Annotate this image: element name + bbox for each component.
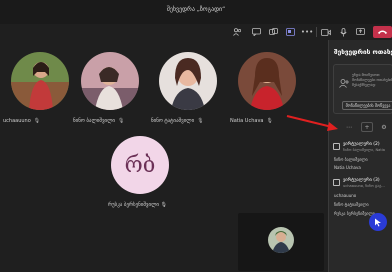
room-title: ვირტუალური (3) bbox=[343, 178, 380, 183]
people-add-icon bbox=[339, 79, 349, 91]
invite-card: უნდა მოიწვიოთ მონაწილეები ოთახების შესაქ… bbox=[333, 64, 392, 114]
initials-avatar[interactable]: რბ bbox=[111, 136, 169, 194]
mic-icon: 🎙 bbox=[118, 118, 125, 124]
participant-name: ნინო ტატიაშვილი 🎙 bbox=[151, 118, 204, 124]
more-icon[interactable]: ••• bbox=[301, 27, 313, 37]
invite-participants-button[interactable]: მონაწილეების მოწვევა bbox=[342, 101, 392, 110]
self-view[interactable] bbox=[238, 213, 324, 271]
room-item[interactable]: ვირტუალური (3) uchaauuno, ნინო ტატ... bbox=[333, 178, 392, 190]
chat-icon[interactable] bbox=[251, 27, 261, 37]
room-title: ვირტუალური (2) bbox=[343, 142, 380, 147]
self-avatar bbox=[268, 227, 294, 253]
cursor-click-indicator bbox=[369, 213, 387, 231]
people-icon[interactable] bbox=[232, 27, 242, 37]
room-icon bbox=[333, 179, 340, 186]
breakout-rooms-panel: შეხვედრის ოთახები უნდა მოიწვიოთ მონაწილე… bbox=[328, 40, 392, 272]
camera-icon[interactable] bbox=[321, 27, 331, 37]
invite-text: უნდა მოიწვიოთ მონაწილეები ოთახების შესაქ… bbox=[352, 73, 392, 87]
avatar bbox=[159, 52, 217, 110]
participant-tile[interactable]: Natia Uchava 🎙 bbox=[230, 52, 310, 152]
avatar bbox=[238, 52, 296, 110]
toolbar-divider bbox=[316, 27, 317, 37]
participant-name: Natia Uchava 🎙 bbox=[230, 118, 273, 124]
room-member: რუსკა ბერსენიშვილი bbox=[334, 211, 375, 216]
room-item[interactable]: ვირტუალური (2) ნინო ბალიშვილი, Natia bbox=[333, 142, 392, 154]
mic-icon: 🎙 bbox=[266, 118, 273, 124]
options-icon[interactable]: ⚙ bbox=[378, 122, 390, 132]
video-stage: uchaauuno 🎙 ნინო ბალიშვილი 🎙 ნინო ტატიაშვი… bbox=[0, 40, 328, 272]
mic-icon: 🎙 bbox=[197, 118, 204, 124]
room-icon bbox=[333, 143, 340, 150]
participant-name: uchaauuno 🎙 bbox=[3, 118, 41, 124]
avatar bbox=[81, 52, 139, 110]
rooms-icon[interactable] bbox=[285, 27, 295, 37]
react-icon[interactable] bbox=[268, 27, 278, 37]
panel-toolbar: ⋯ + ⚙ bbox=[333, 122, 392, 132]
room-members-summary: ნინო ბალიშვილი, Natia bbox=[343, 148, 385, 152]
add-room-button[interactable]: + bbox=[361, 122, 373, 132]
mic-icon[interactable] bbox=[338, 27, 348, 37]
leave-button[interactable] bbox=[373, 26, 392, 38]
room-members-summary: uchaauuno, ნინო ტატ... bbox=[343, 184, 385, 188]
participant-name: ნინო ბალიშვილი 🎙 bbox=[73, 118, 125, 124]
panel-title: შეხვედრის ოთახები bbox=[334, 48, 392, 56]
participant-tile[interactable]: ნინო ტატიაშვილი 🎙 bbox=[151, 52, 231, 152]
room-member: ნინო ტატიაშვილი bbox=[334, 202, 369, 207]
settings-icon[interactable]: ⋯ bbox=[343, 122, 355, 132]
mic-icon: 🎙 bbox=[33, 118, 41, 124]
participant-tile[interactable]: uchaauuno 🎙 bbox=[3, 52, 83, 152]
avatar bbox=[11, 52, 69, 110]
phone-hangup-icon bbox=[377, 30, 388, 34]
room-member: Natia Uchava bbox=[334, 165, 361, 170]
room-member: uchaauuno bbox=[334, 193, 357, 198]
title-bar: შეხვედრა „ზოგადი“ bbox=[0, 0, 392, 24]
participant-name: რუსკა ბერსენიშვილი 🎙 bbox=[108, 202, 167, 208]
meeting-toolbar: ••• bbox=[0, 24, 392, 40]
window-title: შეხვედრა „ზოგადი“ bbox=[166, 6, 226, 13]
share-icon[interactable] bbox=[355, 27, 365, 37]
room-member: ნინო ბალიშვილი bbox=[334, 157, 368, 162]
